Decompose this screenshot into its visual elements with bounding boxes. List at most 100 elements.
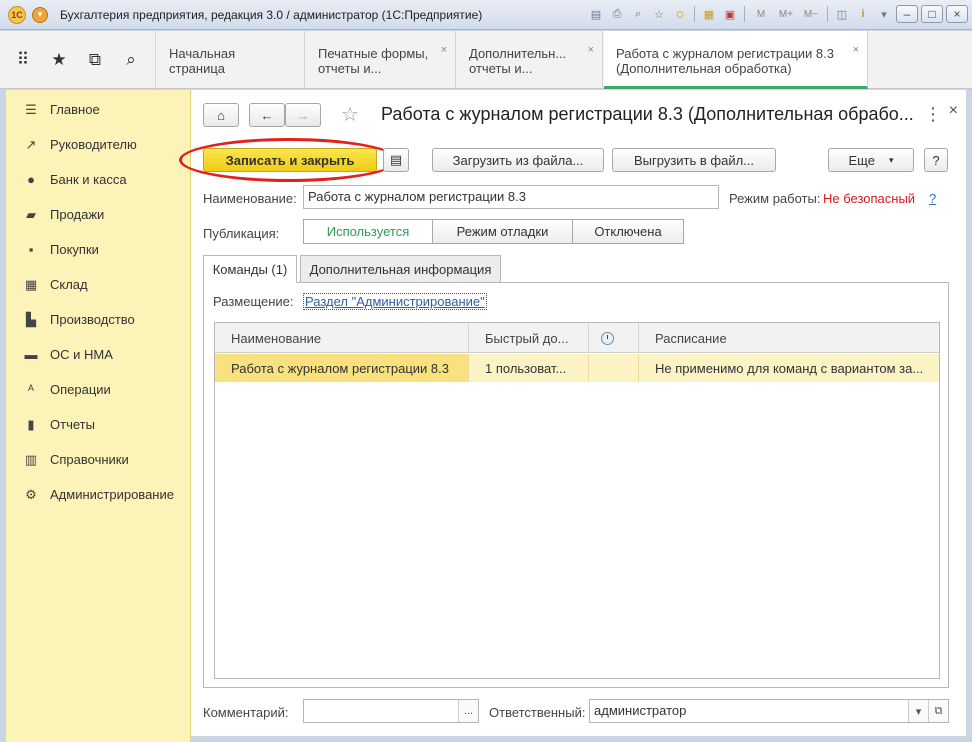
tab-print-forms[interactable]: Печатные формы, отчеты и... × (306, 31, 456, 89)
sidebar-item-production[interactable]: ▙ Производство (6, 302, 190, 337)
app-logo-icon[interactable]: 1С (8, 5, 26, 24)
close-window-button[interactable]: × (946, 5, 968, 23)
placement-link[interactable]: Раздел "Администрирование" (303, 293, 487, 310)
favorites-icon[interactable]: ✩ (671, 5, 689, 23)
publication-debug-option[interactable]: Режим отладки (432, 219, 573, 244)
name-label: Наименование: (203, 191, 297, 206)
sidebar-item-bank[interactable]: ● Банк и касса (6, 162, 190, 197)
column-header-schedule[interactable]: Расписание (639, 323, 939, 353)
name-field[interactable]: Работа с журналом регистрации 8.3 (303, 185, 719, 209)
load-from-file-button[interactable]: Загрузить из файла... (432, 148, 604, 172)
cell-schedule[interactable]: Не применимо для команд с вариантом за..… (639, 354, 939, 382)
mode-label: Режим работы: (729, 191, 821, 206)
highlight-ellipse (179, 138, 399, 182)
history-icon[interactable]: ⧉ (86, 50, 104, 70)
memory-plus-button[interactable]: M+ (775, 5, 797, 23)
back-button[interactable]: ← (249, 103, 285, 127)
tab-additional-info[interactable]: Дополнительная информация (300, 255, 501, 283)
memory-minus-button[interactable]: M− (800, 5, 822, 23)
cell-name[interactable]: Работа с журналом регистрации 8.3 (215, 354, 469, 382)
title-bar: 1С ▾ Бухгалтерия предприятия, редакция 3… (0, 0, 972, 30)
mode-value[interactable]: Не безопасный (823, 191, 915, 206)
sidebar-item-purchases[interactable]: ▪ Покупки (6, 232, 190, 267)
chevron-down-icon: ▾ (888, 154, 894, 165)
tab-close-icon[interactable]: × (441, 43, 447, 58)
save-icon[interactable]: ▤ (587, 5, 605, 23)
find-icon[interactable]: ⌕ (629, 5, 647, 23)
operations-icon: ᴬ (28, 382, 34, 397)
column-header-schedule-flag[interactable] (589, 323, 639, 353)
menu-icon: ☰ (25, 101, 37, 117)
spreadsheet-icon[interactable]: ▦ (700, 5, 718, 23)
tab-label: Работа с журналом регистрации 8.3 (Допол… (616, 46, 834, 76)
column-header-quick-access[interactable]: Быстрый до... (469, 323, 589, 353)
coin-icon: ● (27, 172, 35, 187)
title-toolbar: ▤ ⎙ ⌕ ☆ ✩ ▦ ▣ M M+ M− ◫ i ▾ – □ × (587, 5, 968, 23)
cart-icon: ▪ (28, 242, 34, 257)
unload-to-file-button[interactable]: Выгрузить в файл... (612, 148, 776, 172)
calendar-icon[interactable]: ▣ (721, 5, 739, 23)
more-button[interactable]: Еще ▾ (828, 148, 914, 172)
trend-icon: ↗ (25, 136, 37, 152)
memory-button[interactable]: M (750, 5, 772, 23)
tab-additional-reports[interactable]: Дополнительн... отчеты и... × (457, 31, 603, 89)
tab-home[interactable]: Начальная страница (157, 31, 305, 89)
sidebar-item-warehouse[interactable]: ▦ Склад (6, 267, 190, 302)
arrow-left-icon: ← (260, 107, 274, 123)
info-icon[interactable]: i (854, 5, 872, 23)
forward-button[interactable]: → (285, 103, 321, 127)
save-icon: ▤ (389, 152, 403, 167)
responsible-field[interactable]: администратор ▾ ⧉ (589, 699, 949, 723)
print-icon[interactable]: ⎙ (608, 5, 626, 23)
open-icon[interactable]: ⧉ (928, 700, 948, 722)
tab-commands[interactable]: Команды (1) (203, 255, 297, 283)
favorite-star-icon[interactable]: ☆ (341, 102, 359, 127)
comment-field[interactable]: ... (303, 699, 479, 723)
comment-select-button[interactable]: ... (458, 700, 478, 722)
favorites-add-icon[interactable]: ☆ (650, 5, 668, 23)
truck-icon: ▬ (24, 347, 38, 362)
main-menu-icon[interactable]: ▾ (32, 6, 48, 23)
sidebar-item-catalogs[interactable]: ▥ Справочники (6, 442, 190, 477)
cell-schedule-flag[interactable] (589, 354, 639, 382)
tab-close-icon[interactable]: × (588, 43, 594, 58)
sidebar-item-operations[interactable]: ᴬ Операции (6, 372, 190, 407)
sidebar-item-assets[interactable]: ▬ ОС и НМА (6, 337, 190, 372)
tab-label: Печатные формы, отчеты и... (318, 46, 429, 76)
sidebar-item-manager[interactable]: ↗ Руководителю (6, 127, 190, 162)
column-header-name[interactable]: Наименование (215, 323, 469, 353)
maximize-button[interactable]: □ (921, 5, 943, 23)
more-actions-icon[interactable]: ⋮ (924, 104, 942, 125)
save-button[interactable]: ▤ (383, 148, 409, 172)
help-button[interactable]: ? (924, 148, 948, 172)
placement-label: Размещение: (213, 294, 294, 309)
table-row[interactable]: Работа с журналом регистрации 8.3 1 поль… (215, 354, 939, 382)
sidebar-item-administration[interactable]: ⚙ Администрирование (6, 477, 190, 512)
commands-panel: Размещение: Раздел "Администрирование" Н… (203, 282, 949, 688)
chevron-down-icon[interactable]: ▾ (908, 700, 928, 722)
tab-label: Дополнительн... отчеты и... (469, 46, 567, 76)
window-title: Бухгалтерия предприятия, редакция 3.0 / … (60, 7, 483, 22)
tab-journal-processing[interactable]: Работа с журналом регистрации 8.3 (Допол… (604, 31, 868, 89)
sidebar-item-reports[interactable]: ▮ Отчеты (6, 407, 190, 442)
panels-icon[interactable]: ◫ (833, 5, 851, 23)
publication-used-option[interactable]: Используется (303, 219, 433, 244)
mode-help-link[interactable]: ? (929, 191, 936, 206)
search-icon[interactable]: ⌕ (122, 50, 140, 70)
tab-close-icon[interactable]: × (853, 43, 859, 58)
home-icon: ⌂ (217, 107, 225, 123)
tabs-bar: ⠿ ★ ⧉ ⌕ Начальная страница Печатные форм… (0, 31, 972, 89)
form-area: ⌂ ← → ☆ Работа с журналом регистрации 8.… (179, 90, 966, 736)
close-form-icon[interactable]: × (949, 102, 958, 120)
minimize-button[interactable]: – (896, 5, 918, 23)
favorites-star-icon[interactable]: ★ (50, 50, 68, 70)
home-button[interactable]: ⌂ (203, 103, 239, 127)
table-header: Наименование Быстрый до... Расписание (215, 323, 939, 353)
info-menu-icon[interactable]: ▾ (875, 5, 893, 23)
sidebar-item-main[interactable]: ☰ Главное (6, 92, 190, 127)
gear-icon: ⚙ (25, 486, 37, 502)
sidebar-item-sales[interactable]: ▰ Продажи (6, 197, 190, 232)
cell-quick-access[interactable]: 1 пользоват... (469, 354, 589, 382)
publication-disabled-option[interactable]: Отключена (572, 219, 684, 244)
apps-grid-icon[interactable]: ⠿ (14, 50, 32, 70)
